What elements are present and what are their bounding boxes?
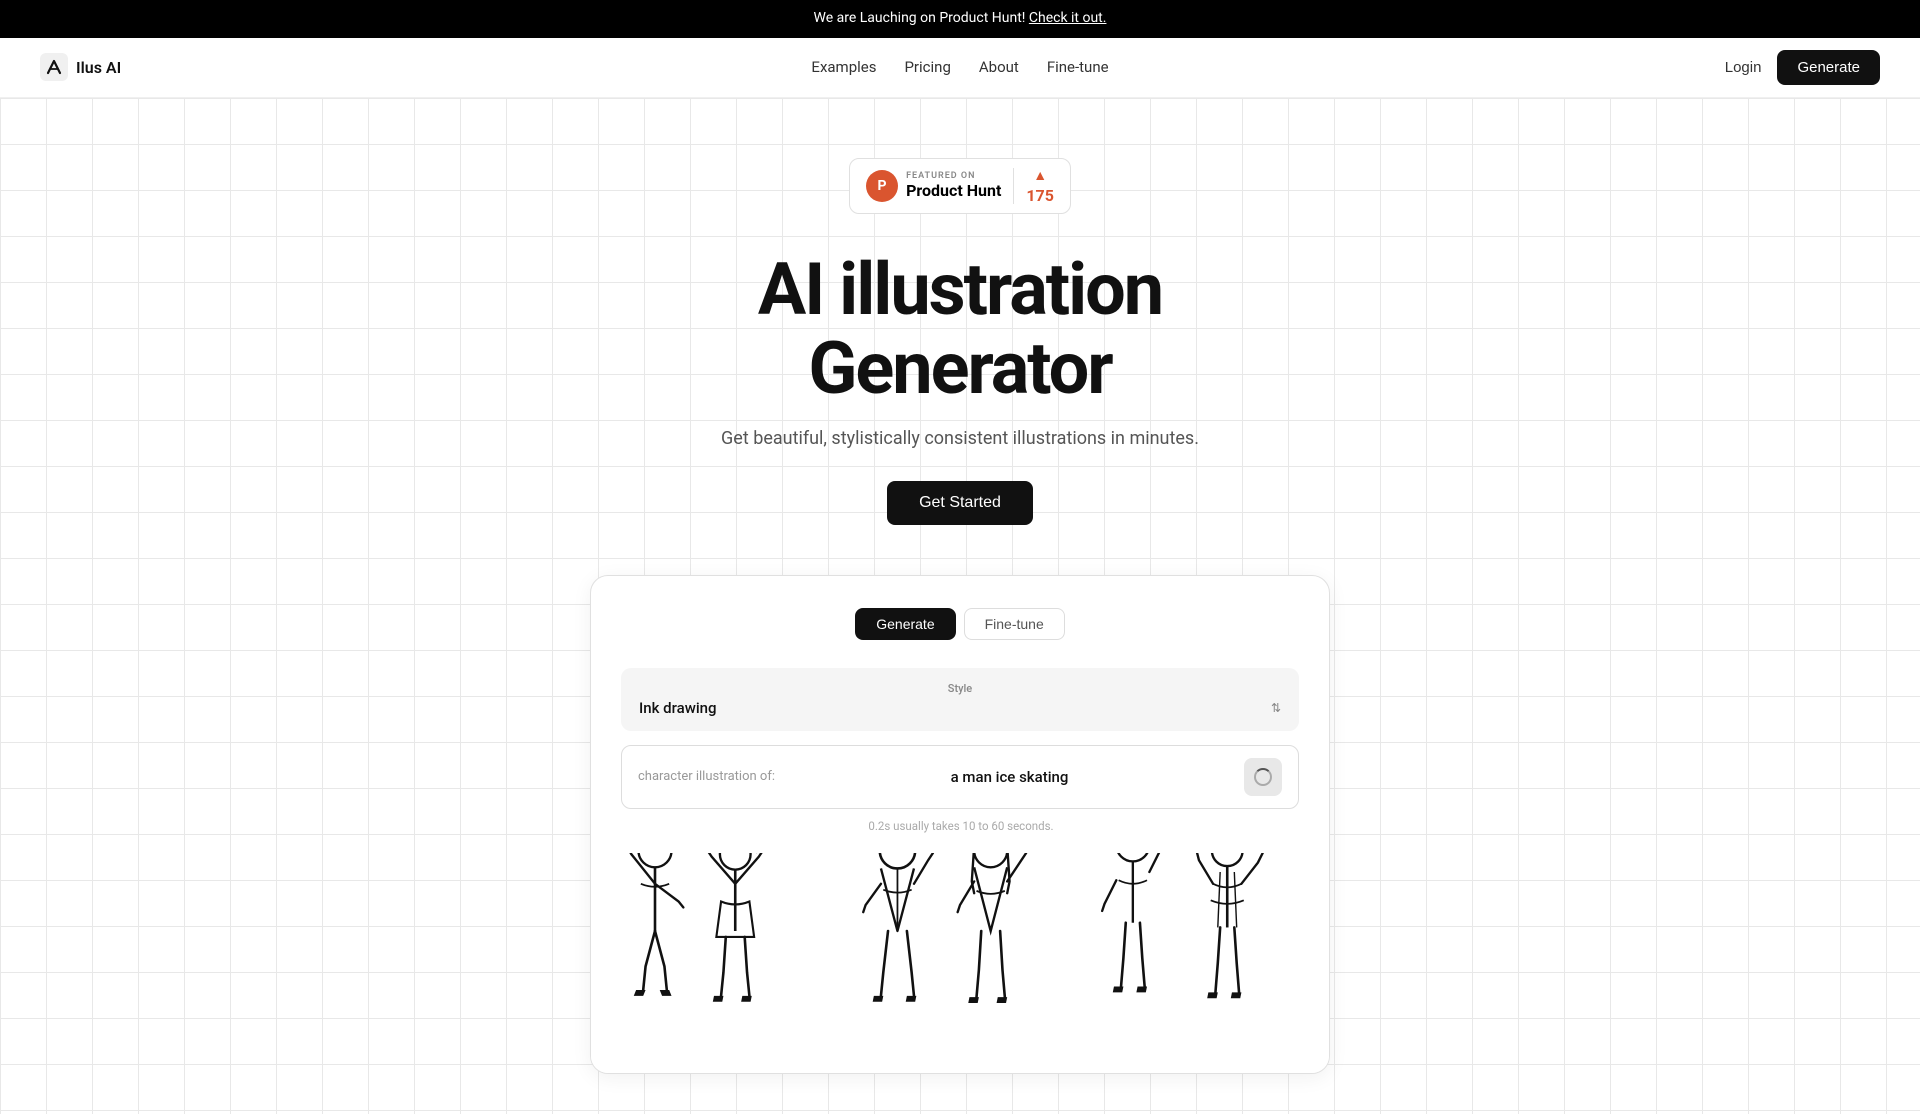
announcement-link[interactable]: Check it out. [1029,10,1107,26]
nav-examples[interactable]: Examples [811,58,876,76]
ph-votes: ▲ 175 [1026,167,1054,205]
illus-cell-middle [837,853,1083,1073]
hero-section: P FEATURED ON Product Hunt ▲ 175 AI illu… [0,158,1920,1114]
ph-arrow-icon: ▲ [1033,167,1047,184]
hero-title-line1: AI illustration [758,247,1162,332]
login-button[interactable]: Login [1725,59,1762,76]
nav-links: Examples Pricing About Fine-tune [811,58,1108,76]
illustration-grid [591,853,1329,1073]
demo-card: Generate Fine-tune Style Ink drawing ⇅ c… [590,575,1330,1074]
main-content: P FEATURED ON Product Hunt ▲ 175 AI illu… [0,98,1920,1114]
announcement-bar: We are Lauching on Product Hunt! Check i… [0,0,1920,38]
demo-tabs: Generate Fine-tune [621,608,1299,640]
nav-about[interactable]: About [979,58,1019,76]
style-chevron-icon: ⇅ [1271,701,1281,715]
nav-pricing[interactable]: Pricing [904,58,950,76]
navbar-right: Login Generate [1725,50,1880,85]
ph-product-hunt-name: Product Hunt [906,181,1001,200]
style-label: Style [639,682,1281,695]
hero-subtitle: Get beautiful, stylistically consistent … [20,428,1900,449]
prompt-prefix: character illustration of: [638,769,775,784]
prompt-row: character illustration of: a man ice ska… [621,745,1299,809]
nav-finetune[interactable]: Fine-tune [1047,58,1109,76]
ph-badge-text: FEATURED ON Product Hunt [906,171,1001,200]
illus-svg-right [1088,853,1324,1073]
announcement-text: We are Lauching on Product Hunt! [814,10,1026,26]
ph-logo-circle: P [866,170,898,202]
illus-cell-left [591,853,837,1073]
navbar: Ilus AI Examples Pricing About Fine-tune… [0,38,1920,98]
get-started-button[interactable]: Get Started [887,481,1033,525]
illus-svg-middle [842,853,1078,1073]
hero-title: AI illustration Generator [20,250,1900,408]
logo[interactable]: Ilus AI [40,53,121,81]
ph-vote-count: 175 [1026,186,1054,205]
style-selector[interactable]: Style Ink drawing ⇅ [621,668,1299,731]
product-hunt-badge[interactable]: P FEATURED ON Product Hunt ▲ 175 [849,158,1071,214]
style-value: Ink drawing ⇅ [639,699,1281,717]
time-hint: 0.2s usually takes 10 to 60 seconds. [621,819,1299,833]
style-value-text: Ink drawing [639,699,717,717]
tab-generate[interactable]: Generate [855,608,955,640]
generate-button[interactable]: Generate [1777,50,1880,85]
ph-featured-label: FEATURED ON [906,171,1001,181]
illus-cell-right [1083,853,1329,1073]
prompt-text[interactable]: a man ice skating [785,768,1234,786]
hero-title-line2: Generator [808,326,1111,411]
tab-finetune[interactable]: Fine-tune [964,608,1065,640]
illus-svg-left [596,853,832,1073]
generate-icon-button[interactable] [1244,758,1282,796]
logo-text: Ilus AI [76,58,121,77]
logo-icon [40,53,68,81]
loading-spinner [1254,768,1272,786]
ph-badge-left: P FEATURED ON Product Hunt [866,170,1001,202]
ph-divider [1013,168,1014,204]
